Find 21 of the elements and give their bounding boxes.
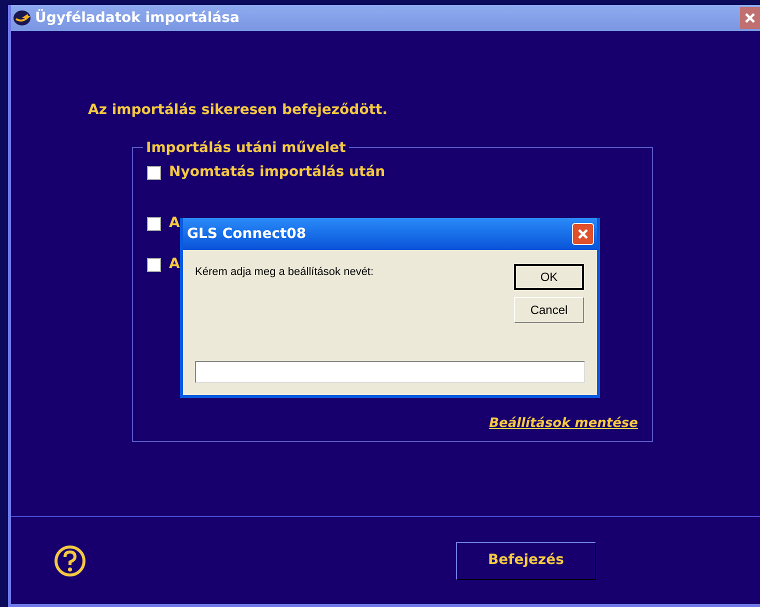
name-input-field[interactable] [195, 361, 585, 383]
dialog-prompt: Kérem adja meg a beállítások nevét: [195, 265, 375, 280]
checkbox[interactable] [147, 166, 161, 180]
checkbox-label: A [169, 214, 180, 233]
close-icon [744, 12, 756, 24]
checkbox-label: A [169, 255, 180, 274]
close-button[interactable] [572, 223, 594, 245]
window-title: Ügyféladatok importálása [35, 8, 240, 28]
app-logo-icon [13, 10, 31, 26]
checkbox[interactable] [147, 258, 161, 272]
help-icon[interactable] [54, 544, 86, 576]
save-settings-link[interactable]: Beállítások mentése [489, 414, 638, 433]
finish-button[interactable]: Befejezés [456, 542, 596, 580]
close-button[interactable] [740, 7, 760, 29]
checkbox[interactable] [147, 216, 161, 230]
dialog-title: GLS Connect08 [187, 224, 308, 244]
status-message: Az importálás sikeresen befejeződött. [88, 101, 389, 120]
checkbox-label: Nyomtatás importálás után [169, 163, 386, 182]
dialog-button[interactable]: OK [514, 264, 584, 290]
dialog-button[interactable]: Cancel [514, 297, 584, 323]
close-icon [577, 228, 589, 240]
